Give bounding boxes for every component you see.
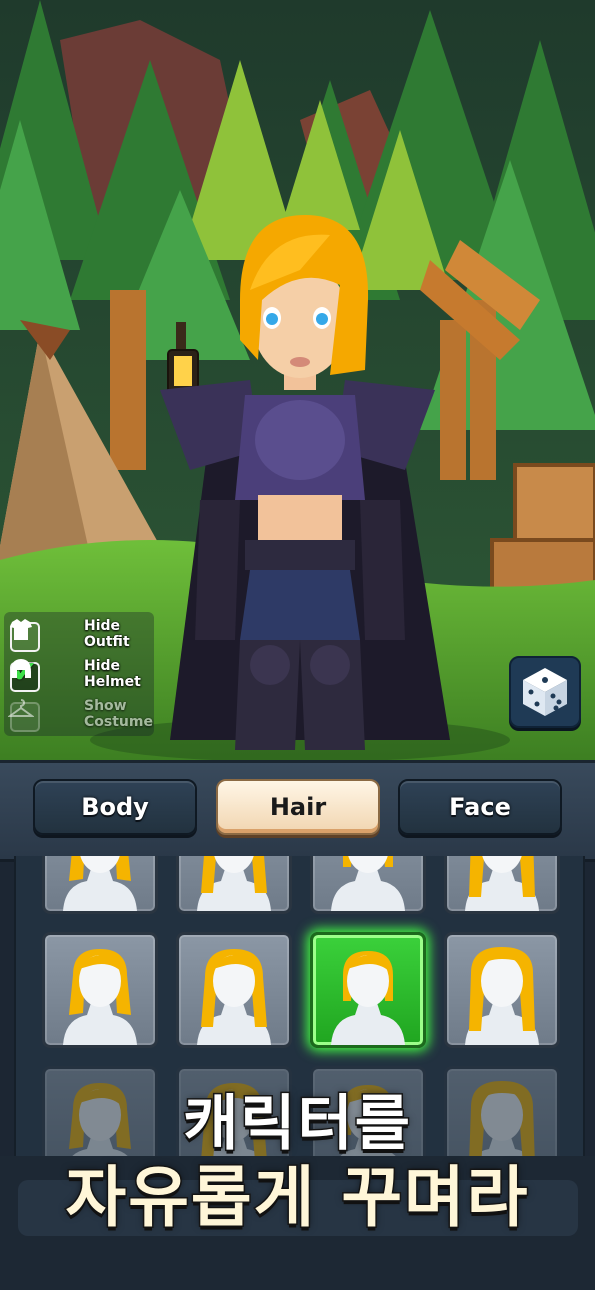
randomize-dice-button[interactable] <box>509 656 581 728</box>
hair-style-8[interactable] <box>444 932 560 1048</box>
hair-style-3[interactable] <box>310 856 426 914</box>
promo-headline-line1: 캐릭터를 <box>182 1088 412 1161</box>
hide-outfit-toggle[interactable]: Hide Outfit <box>8 616 154 654</box>
tab-body[interactable]: Body <box>33 779 197 835</box>
hide-helmet-label: Hide Helmet <box>84 658 141 690</box>
hair-style-5[interactable] <box>42 932 158 1048</box>
customization-tab-bar: Body Hair Face <box>0 760 595 862</box>
hair-preview-icon <box>63 949 137 1045</box>
character-preview-scene: Hide Outfit ✔ Hide Helmet Show Costume <box>0 0 595 760</box>
show-costume-toggle[interactable]: Show Costume <box>8 696 154 734</box>
visibility-toggles-panel: Hide Outfit ✔ Hide Helmet Show Costume <box>4 612 154 736</box>
hair-preview-icon <box>197 949 271 1045</box>
hair-preview-icon <box>197 856 271 911</box>
dice-icon <box>523 668 567 716</box>
promo-headline-line2: 자유롭게 꾸며라 <box>64 1158 530 1238</box>
hair-preview-icon <box>331 856 405 911</box>
shirt-icon <box>10 619 32 640</box>
hair-style-1[interactable] <box>42 856 158 914</box>
hair-preview-icon <box>63 856 137 911</box>
hair-style-2[interactable] <box>176 856 292 914</box>
hair-style-6[interactable] <box>176 932 292 1048</box>
helmet-icon <box>11 659 31 678</box>
hair-preview-icon <box>465 947 539 1045</box>
show-costume-label: Show Costume <box>84 698 153 730</box>
tab-hair[interactable]: Hair <box>216 779 380 835</box>
hide-helmet-toggle[interactable]: ✔ Hide Helmet <box>8 656 154 694</box>
hair-preview-icon <box>465 856 539 911</box>
hair-preview-icon <box>331 951 405 1045</box>
hair-style-7[interactable] <box>310 932 426 1048</box>
hide-outfit-label: Hide Outfit <box>84 618 130 650</box>
hair-style-4[interactable] <box>444 856 560 914</box>
hanger-icon <box>8 699 34 717</box>
tab-face[interactable]: Face <box>398 779 562 835</box>
